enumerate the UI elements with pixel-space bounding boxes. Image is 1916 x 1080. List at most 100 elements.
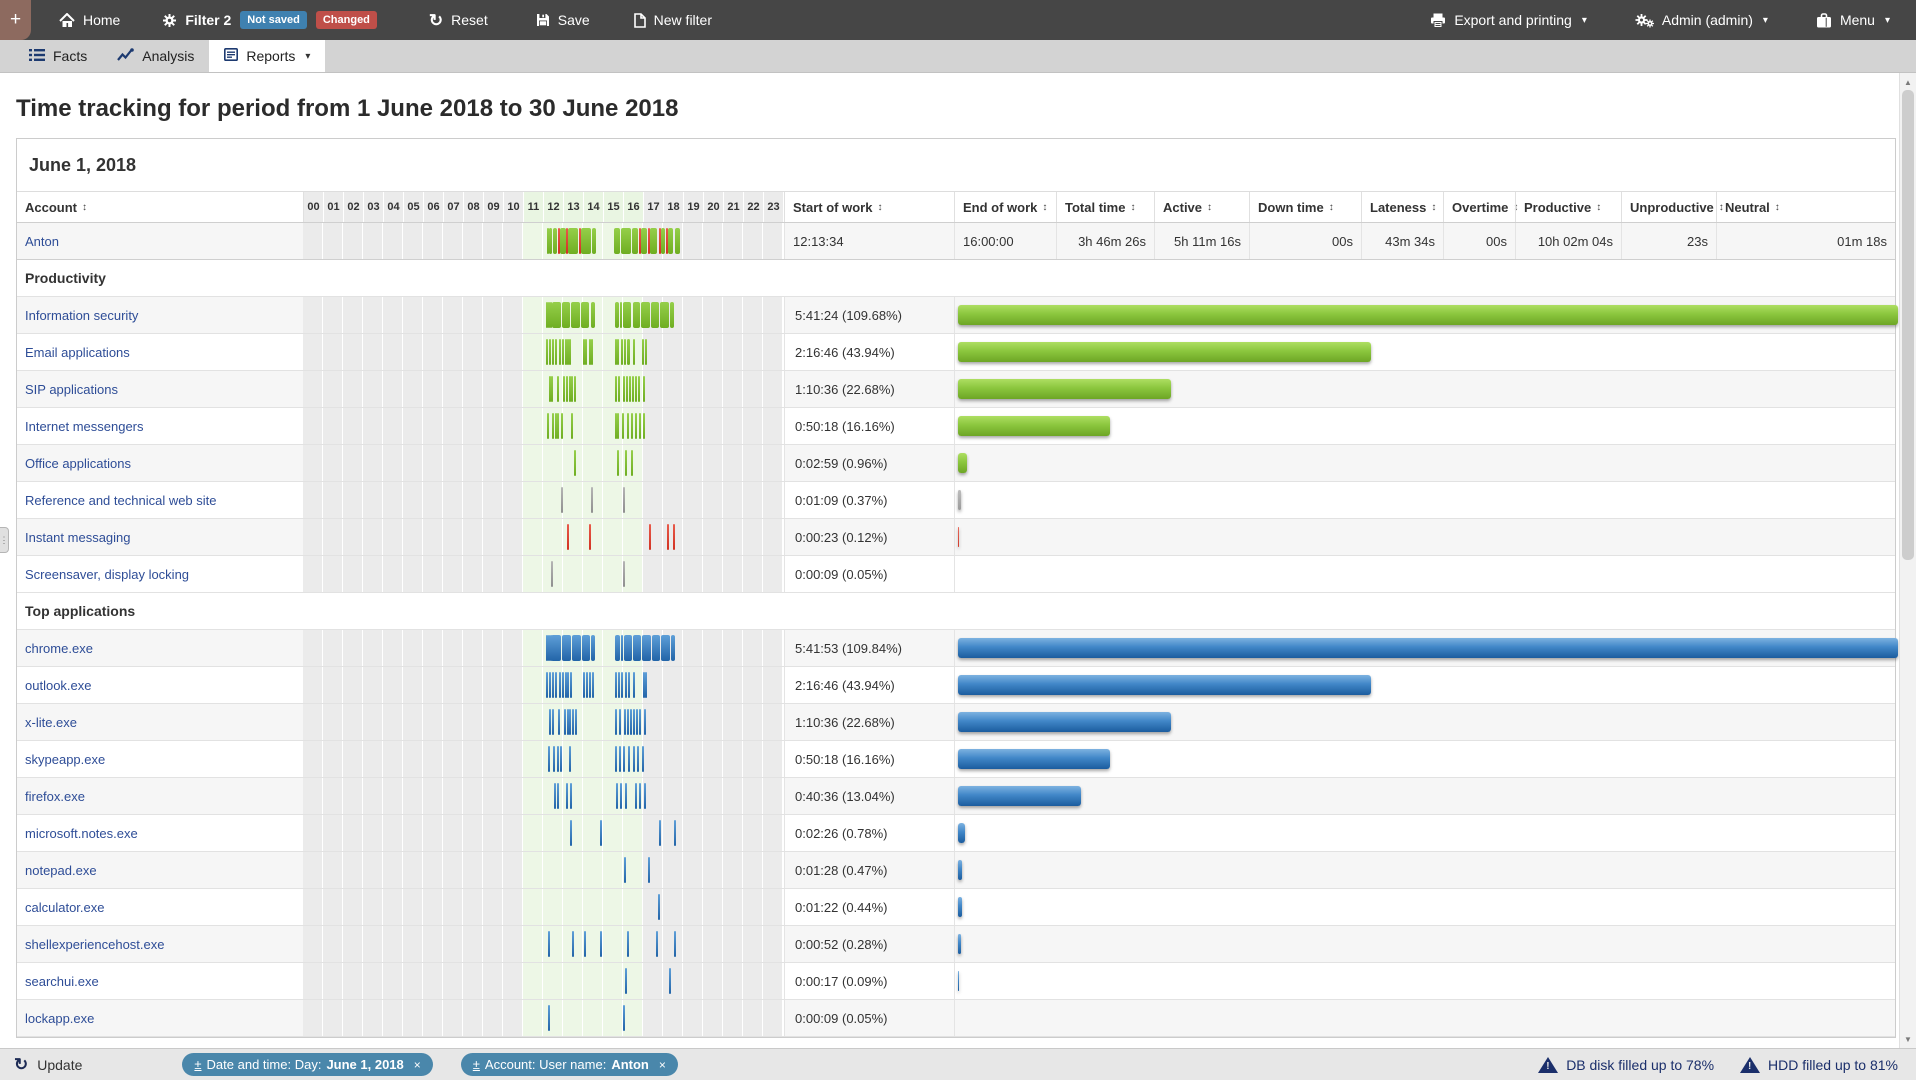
row-label-link[interactable]: firefox.exe (25, 789, 85, 804)
section-header-row: Top applications (17, 593, 1895, 630)
main-menu[interactable]: Menu ▾ (1816, 12, 1890, 28)
hdd-warning[interactable]: HDD filled up to 81% (1740, 1057, 1898, 1073)
row-label-link[interactable]: Information security (25, 308, 138, 323)
row-label-link[interactable]: lockapp.exe (25, 1011, 94, 1026)
sort-icon: ↕ (1596, 202, 1601, 213)
tab-reports[interactable]: Reports ▾ (209, 40, 325, 72)
row-label-link[interactable]: Reference and technical web site (25, 493, 217, 508)
close-icon[interactable]: × (414, 1058, 421, 1072)
row-label-link[interactable]: Screensaver, display locking (25, 567, 189, 582)
toggle-icon[interactable]: ± (473, 1057, 480, 1072)
col-header-unproductive[interactable]: Unproductive↕ (1621, 192, 1716, 222)
row-label-link[interactable]: shellexperiencehost.exe (25, 937, 164, 952)
activity-tick (552, 339, 554, 365)
usage-bar (958, 527, 959, 547)
add-tab-button[interactable]: + (0, 0, 31, 40)
new-filter-button[interactable]: New filter (634, 12, 712, 28)
nav-home[interactable]: Home (59, 12, 120, 28)
table-row: microsoft.notes.exe0:02:26 (0.78%) (17, 815, 1895, 852)
activity-ticks (303, 519, 784, 555)
activity-tick (614, 228, 620, 254)
col-header-overtime[interactable]: Overtime↕ (1443, 192, 1515, 222)
activity-tick (549, 228, 552, 254)
close-icon[interactable]: × (659, 1058, 666, 1072)
tab-facts[interactable]: Facts (14, 40, 102, 72)
activity-tick (645, 672, 647, 698)
hour-header-cell: 11 (524, 192, 543, 222)
activity-ticks (303, 963, 784, 999)
changed-badge: Changed (316, 11, 377, 29)
row-label-link[interactable]: x-lite.exe (25, 715, 77, 730)
activity-timeline (303, 519, 784, 555)
save-button[interactable]: Save (536, 12, 590, 28)
row-label-link[interactable]: skypeapp.exe (25, 752, 105, 767)
admin-menu[interactable]: Admin (admin) ▾ (1635, 12, 1768, 28)
vertical-scrollbar[interactable]: ▲ ▼ (1899, 73, 1916, 1048)
activity-tick (566, 783, 568, 809)
usage-bar-cell (954, 556, 1895, 592)
update-button[interactable]: ↻ Update (14, 1055, 82, 1075)
col-header-productive[interactable]: Productive↕ (1515, 192, 1621, 222)
activity-tick (572, 635, 581, 661)
activity-ticks (303, 815, 784, 851)
row-label-link[interactable]: searchui.exe (25, 974, 99, 989)
row-label-link[interactable]: Instant messaging (25, 530, 131, 545)
toggle-icon[interactable]: ± (194, 1057, 201, 1072)
sort-icon: ↕ (1130, 202, 1135, 213)
reset-button[interactable]: ↻ Reset (429, 12, 488, 29)
db-disk-warning[interactable]: DB disk filled up to 78% (1538, 1057, 1714, 1073)
activity-tick (633, 709, 635, 735)
row-label-link[interactable]: notepad.exe (25, 863, 97, 878)
activity-tick (566, 376, 568, 402)
scroll-up-arrow[interactable]: ▲ (1900, 74, 1916, 90)
tab-analysis[interactable]: Analysis (102, 40, 209, 72)
col-header-total-time[interactable]: Total time↕ (1056, 192, 1154, 222)
col-header-neutral[interactable]: Neutral↕ (1716, 192, 1895, 222)
row-label-link[interactable]: Anton (25, 234, 59, 249)
activity-tick (621, 635, 623, 661)
neutral-value: 01m 18s (1716, 223, 1895, 259)
col-header-lateness[interactable]: Lateness↕ (1361, 192, 1443, 222)
activity-tick (600, 820, 602, 846)
col-header-label: End of work (963, 200, 1037, 215)
row-label-link[interactable]: Internet messengers (25, 419, 144, 434)
row-label-link[interactable]: microsoft.notes.exe (25, 826, 138, 841)
col-header-active[interactable]: Active ↕ (1154, 192, 1249, 222)
top-navbar: + Home Filter 2 Not saved Changed ↻ Rese… (0, 0, 1916, 40)
row-label-link[interactable]: outlook.exe (25, 678, 92, 693)
account-activity-timeline (303, 223, 784, 259)
usage-bar-cell (954, 741, 1895, 777)
activity-tick (633, 635, 641, 661)
row-label-link[interactable]: Office applications (25, 456, 131, 471)
row-label-link[interactable]: Email applications (25, 345, 130, 360)
panel-resize-handle[interactable]: ⋮ (0, 527, 9, 553)
filter-chip-account[interactable]: ± Account: User name: Anton × (461, 1053, 678, 1076)
activity-tick (570, 672, 572, 698)
sort-icon: ↕ (1207, 202, 1212, 213)
activity-tick (591, 635, 595, 661)
scrollbar-thumb[interactable] (1902, 90, 1914, 560)
col-header-end-of-work[interactable]: End of work↕ (954, 192, 1056, 222)
col-header-down-time[interactable]: Down time↕ (1249, 192, 1361, 222)
row-label-link[interactable]: SIP applications (25, 382, 118, 397)
activity-tick (574, 376, 576, 402)
activity-tick (549, 376, 551, 402)
col-header-account[interactable]: Account ↕ (17, 192, 303, 222)
active-value: 5h 11m 16s (1154, 223, 1249, 259)
table-row: Internet messengers0:50:18 (16.16%) (17, 408, 1895, 445)
row-label-cell: microsoft.notes.exe (17, 815, 303, 851)
usage-bar (958, 379, 1171, 399)
nav-filter[interactable]: Filter 2 (162, 12, 231, 28)
row-label-link[interactable]: calculator.exe (25, 900, 105, 915)
filter-chip-date[interactable]: ± Date and time: Day: June 1, 2018 × (182, 1053, 432, 1076)
col-header-start-of-work[interactable]: Start of work↕ (784, 192, 954, 222)
col-header-label: Active (1163, 200, 1202, 215)
row-label-link[interactable]: chrome.exe (25, 641, 93, 656)
activity-tick (562, 339, 564, 365)
activity-tick (638, 376, 640, 402)
activity-tick (658, 894, 660, 920)
row-label-cell: shellexperiencehost.exe (17, 926, 303, 962)
scroll-down-arrow[interactable]: ▼ (1900, 1031, 1916, 1047)
row-label-cell: SIP applications (17, 371, 303, 407)
export-printing-menu[interactable]: Export and printing ▾ (1430, 12, 1587, 28)
